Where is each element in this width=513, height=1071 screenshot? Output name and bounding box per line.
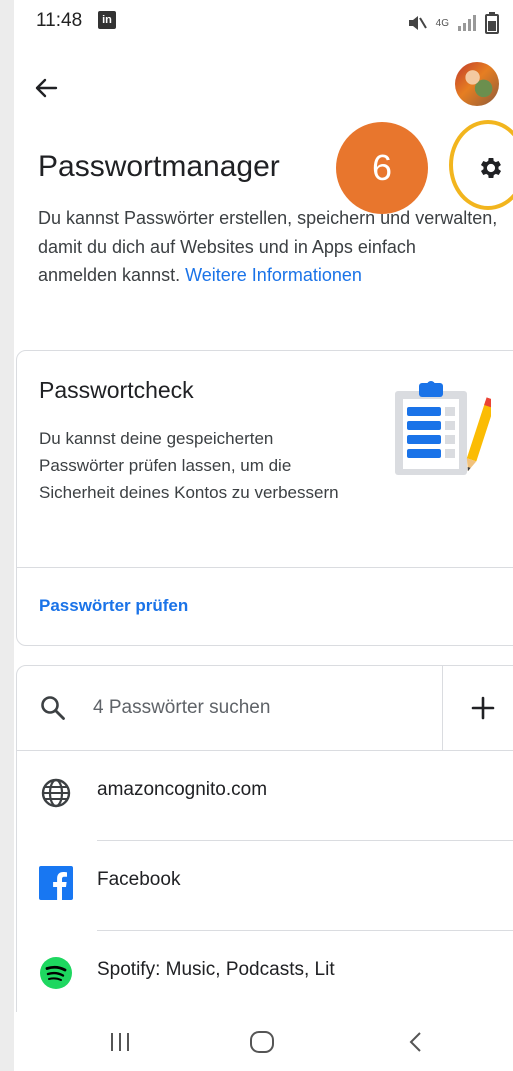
clipboard-pencil-illustration <box>395 381 491 475</box>
back-nav-icon <box>409 1032 421 1052</box>
profile-avatar[interactable] <box>455 62 499 106</box>
password-item-spotify[interactable]: Spotify: Music, Podcasts, Lit <box>17 931 513 1021</box>
intro-text: Du kannst Passwörter erstellen, speicher… <box>38 204 498 290</box>
search-icon <box>41 696 65 720</box>
password-item-facebook[interactable]: Facebook <box>17 841 513 931</box>
more-info-link[interactable]: Weitere Informationen <box>185 265 362 285</box>
check-passwords-button[interactable]: Passwörter prüfen <box>39 596 188 616</box>
search-separator <box>442 666 443 750</box>
linkedin-icon: in <box>98 11 116 29</box>
navigation-bar <box>14 1012 513 1071</box>
back-nav-button[interactable] <box>396 1026 436 1058</box>
mute-icon <box>408 16 427 30</box>
status-time: 11:48 <box>36 10 83 31</box>
status-bar: 11:48 in 4G <box>14 0 513 52</box>
recent-apps-icon <box>111 1033 129 1051</box>
step-badge: 6 <box>336 122 428 214</box>
search-input[interactable] <box>93 690 423 726</box>
phone-screen: 11:48 in 4G Passwortmanager 6 Du kannst … <box>14 0 513 1071</box>
password-item-label: Facebook <box>97 869 181 890</box>
globe-icon <box>41 778 71 808</box>
plus-icon <box>471 696 495 720</box>
back-button[interactable] <box>28 70 64 106</box>
password-item-label: Spotify: Music, Podcasts, Lit <box>97 959 335 980</box>
password-check-card: Passwortcheck Du kannst deine gespeicher… <box>16 350 513 646</box>
home-icon <box>250 1031 274 1053</box>
search-row <box>17 666 513 750</box>
battery-icon <box>485 12 499 34</box>
settings-button[interactable] <box>449 120 513 210</box>
arrow-back-icon <box>35 78 58 98</box>
facebook-icon <box>39 866 73 900</box>
password-list-card: amazoncognito.com Facebook Spotify: Musi… <box>16 665 513 1071</box>
spotify-icon <box>40 957 72 989</box>
network-type: 4G <box>435 17 449 29</box>
home-button[interactable] <box>242 1026 282 1058</box>
password-item-amazoncognito[interactable]: amazoncognito.com <box>17 751 513 841</box>
status-icons: 4G <box>406 12 499 34</box>
page-title: Passwortmanager <box>38 150 280 183</box>
card-divider <box>17 567 513 568</box>
add-password-button[interactable] <box>463 688 503 728</box>
password-check-description: Du kannst deine gespeicherten Passwörter… <box>39 429 339 502</box>
gear-icon <box>480 157 502 179</box>
password-item-label: amazoncognito.com <box>97 779 268 800</box>
recent-apps-button[interactable] <box>100 1026 140 1058</box>
password-check-title: Passwortcheck <box>39 377 194 403</box>
signal-icon <box>458 15 476 31</box>
